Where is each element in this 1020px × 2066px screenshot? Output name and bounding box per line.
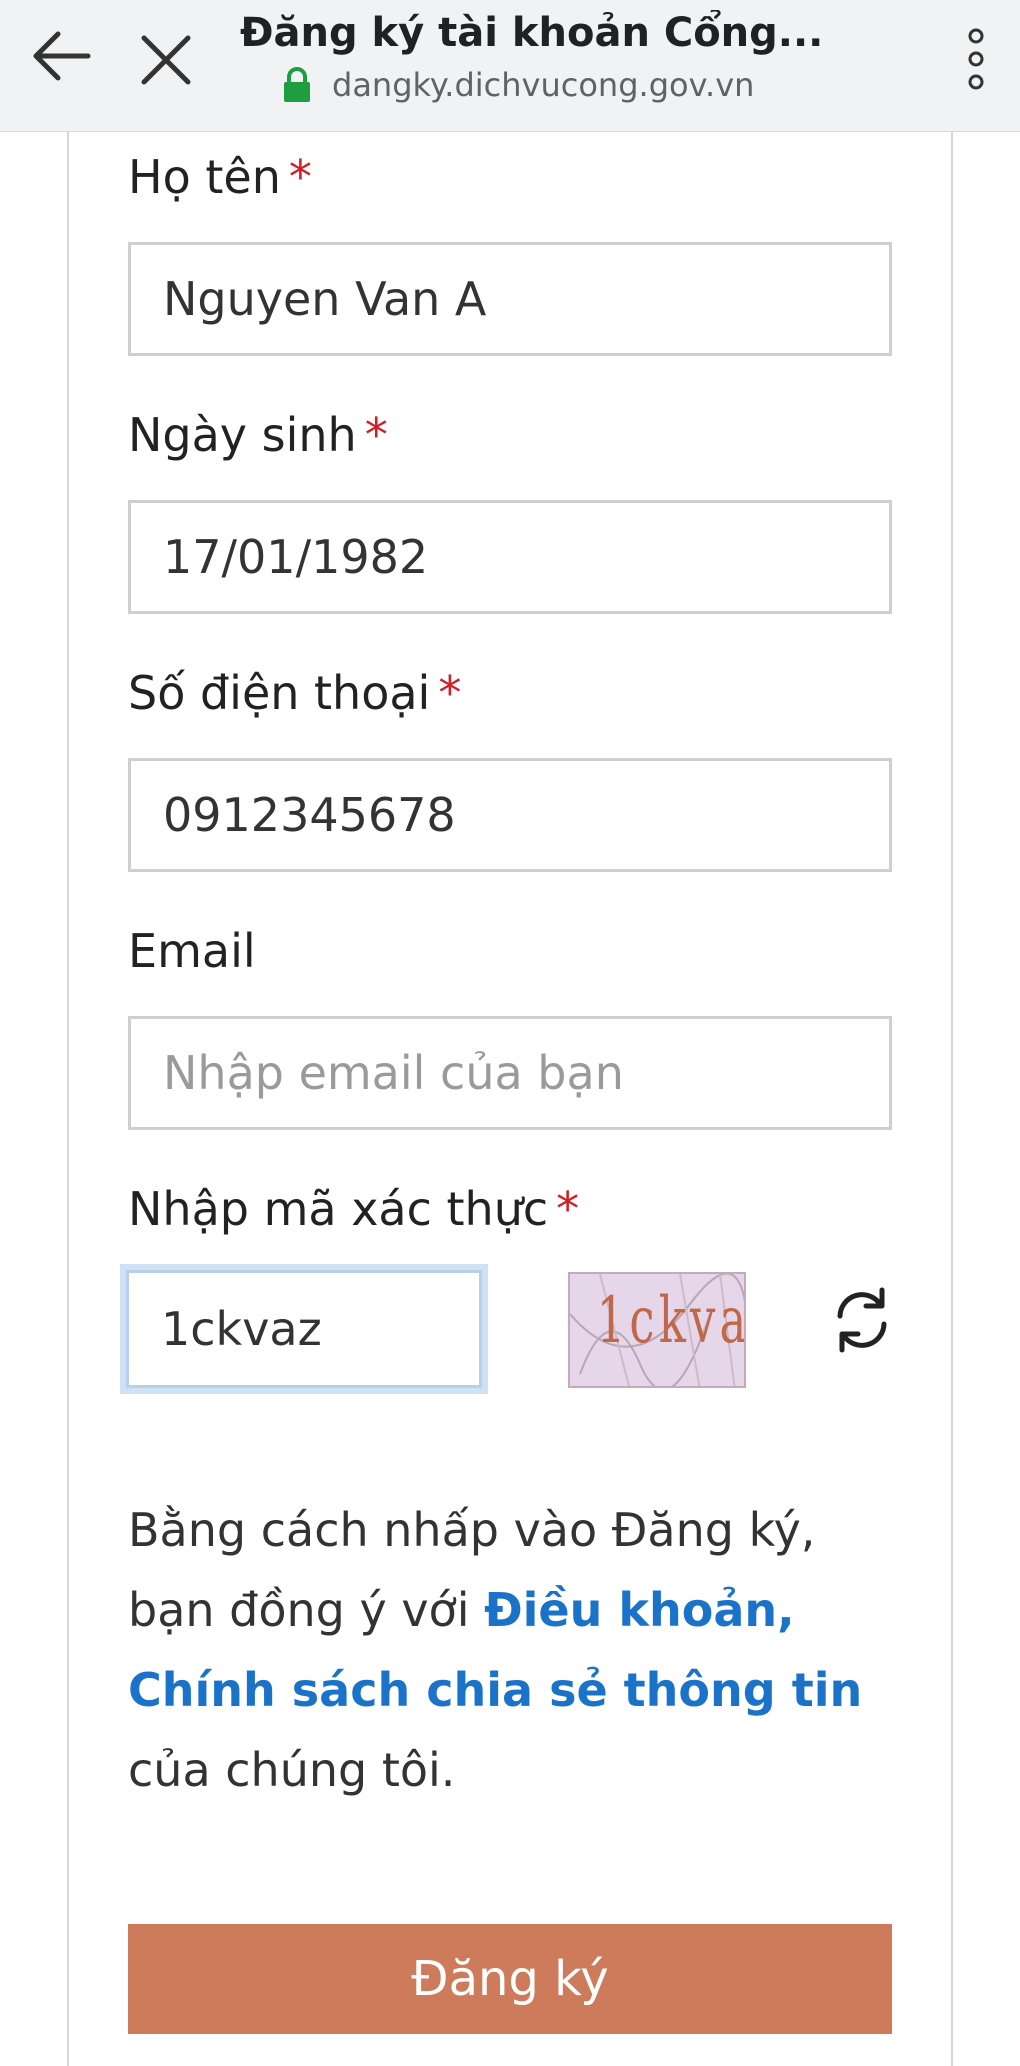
captcha-input[interactable]: 1ckvaz (126, 1270, 482, 1388)
email-input[interactable]: Nhập email của bạn (128, 1016, 892, 1130)
required-mark: * (288, 150, 312, 204)
page-title: Đăng ký tài khoản Cổng... (240, 10, 824, 56)
captcha-image-text: 1ckvaz (596, 1284, 744, 1358)
dob-label: Ngày sinh * (128, 408, 388, 462)
email-label: Email (128, 924, 256, 978)
url-text[interactable]: dangky.dichvucong.gov.vn (332, 66, 754, 104)
dob-input[interactable]: 17/01/1982 (128, 500, 892, 614)
more-vert-icon[interactable] (954, 24, 998, 94)
captcha-label: Nhập mã xác thực * (128, 1182, 580, 1236)
required-mark: * (438, 666, 462, 720)
fullname-input[interactable]: Nguyen Van A (128, 242, 892, 356)
browser-toolbar: Đăng ký tài khoản Cổng... dangky.dichvuc… (0, 0, 1020, 132)
required-mark: * (556, 1182, 580, 1236)
fullname-label: Họ tên * (128, 150, 312, 204)
lock-icon (284, 67, 310, 102)
refresh-icon[interactable] (830, 1284, 894, 1356)
terms-text: Bằng cách nhấp vào Đăng ký, bạn đồng ý v… (128, 1503, 863, 1797)
close-icon[interactable] (138, 26, 194, 90)
required-mark: * (364, 408, 388, 462)
back-arrow-icon[interactable] (30, 24, 92, 88)
captcha-image: 1ckvaz (568, 1272, 746, 1388)
phone-label: Số điện thoại * (128, 666, 462, 720)
phone-input[interactable]: 0912345678 (128, 758, 892, 872)
register-button[interactable]: Đăng ký (128, 1924, 892, 2034)
